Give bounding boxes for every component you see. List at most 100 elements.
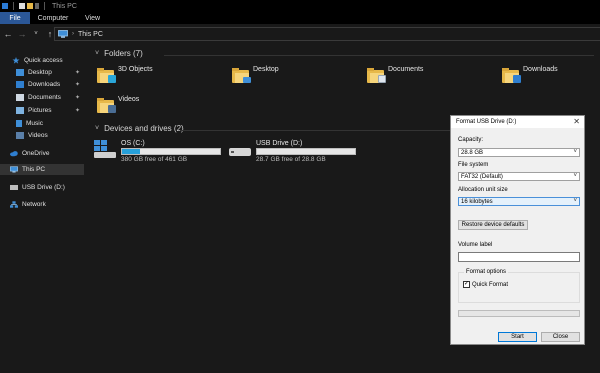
folder-label: Documents bbox=[388, 66, 424, 73]
tab-computer[interactable]: Computer bbox=[30, 12, 76, 24]
filesystem-label: File system bbox=[458, 162, 489, 168]
drives-group-header[interactable]: ˅ Devices and drives (2) bbox=[95, 124, 184, 133]
folder-downloads[interactable]: Downloads bbox=[502, 66, 558, 83]
sidebar-item-usb-drive[interactable]: USB Drive (D:) bbox=[0, 182, 84, 193]
chevron-down-icon: ˅ bbox=[95, 50, 100, 57]
quick-format-option[interactable]: ✓ Quick Format bbox=[463, 281, 508, 288]
sidebar-item-onedrive[interactable]: OneDrive bbox=[0, 148, 84, 159]
folder-label: 3D Objects bbox=[118, 66, 153, 73]
new-folder-icon[interactable] bbox=[27, 3, 33, 9]
drive-name: OS (C:) bbox=[121, 140, 145, 147]
capacity-label: Capacity: bbox=[458, 137, 484, 143]
folder-label: Videos bbox=[118, 96, 140, 103]
format-dialog: Format USB Drive (D:) ✕ Capacity: 28.8 G… bbox=[450, 115, 585, 345]
restore-defaults-button[interactable]: Restore device defaults bbox=[458, 220, 528, 230]
allocation-label: Allocation unit size bbox=[458, 187, 508, 193]
network-icon bbox=[10, 201, 18, 208]
quick-format-checkbox[interactable]: ✓ bbox=[463, 281, 470, 288]
folder-label: Desktop bbox=[253, 66, 279, 73]
drive-free-space: 28.7 GB free of 28.8 GB bbox=[256, 156, 326, 163]
title-bar: This PC bbox=[0, 0, 600, 12]
star-icon bbox=[12, 57, 20, 64]
address-row: ← → ˅ ↑ › This PC bbox=[0, 24, 600, 44]
folder-videos[interactable]: Videos bbox=[97, 96, 140, 113]
chevron-down-icon: ˅ bbox=[573, 173, 577, 179]
drive-usb-d[interactable]: USB Drive (D:) 28.7 GB free of 28.8 GB bbox=[229, 140, 356, 163]
start-button[interactable]: Start bbox=[498, 332, 537, 342]
pin-icon[interactable]: ✦ bbox=[75, 69, 80, 76]
back-arrow-icon[interactable]: ← bbox=[2, 28, 14, 40]
drive-os-c[interactable]: OS (C:) 380 GB free of 461 GB bbox=[94, 140, 221, 163]
sidebar-item-label: Downloads bbox=[28, 81, 61, 88]
window-title: This PC bbox=[52, 2, 77, 10]
sidebar-item-videos[interactable]: Videos bbox=[0, 130, 84, 141]
filesystem-select[interactable]: FAT32 (Default) ˅ bbox=[458, 172, 580, 181]
sidebar-item-downloads[interactable]: Downloads ✦ bbox=[0, 79, 84, 90]
desktop-folder-icon bbox=[16, 69, 24, 76]
sidebar-item-label: Pictures bbox=[28, 107, 52, 114]
drive-name: USB Drive (D:) bbox=[256, 140, 303, 147]
explorer-icon bbox=[2, 3, 8, 9]
documents-folder-icon bbox=[367, 68, 386, 83]
properties-icon[interactable] bbox=[19, 3, 25, 9]
sidebar-item-pictures[interactable]: Pictures ✦ bbox=[0, 105, 84, 116]
capacity-value: 28.8 GB bbox=[461, 149, 484, 156]
folder-desktop[interactable]: Desktop bbox=[232, 66, 279, 83]
volume-label: Volume label bbox=[458, 242, 493, 248]
music-folder-icon bbox=[16, 120, 22, 127]
usb-drive-icon bbox=[229, 140, 253, 158]
tab-view[interactable]: View bbox=[76, 12, 109, 24]
address-bar[interactable]: › This PC bbox=[54, 27, 600, 41]
sidebar-item-quick-access[interactable]: Quick access bbox=[0, 55, 84, 66]
dropdown-icon[interactable] bbox=[35, 3, 39, 9]
computer-icon bbox=[58, 30, 68, 38]
pictures-folder-icon bbox=[16, 107, 24, 114]
sidebar-item-label: OneDrive bbox=[22, 150, 50, 157]
drive-free-space: 380 GB free of 461 GB bbox=[121, 156, 188, 163]
capacity-select[interactable]: 28.8 GB ˅ bbox=[458, 148, 580, 157]
dialog-title: Format USB Drive (D:) bbox=[456, 119, 517, 125]
folder-label: Downloads bbox=[523, 66, 558, 73]
pin-icon[interactable]: ✦ bbox=[75, 94, 80, 101]
allocation-select[interactable]: 16 kilobytes ˅ bbox=[458, 197, 580, 206]
close-button[interactable]: Close bbox=[541, 332, 580, 342]
cloud-icon bbox=[10, 151, 18, 157]
recent-dropdown-icon[interactable]: ˅ bbox=[30, 28, 42, 40]
forward-arrow-icon[interactable]: → bbox=[16, 28, 28, 40]
sidebar-item-desktop[interactable]: Desktop ✦ bbox=[0, 67, 84, 78]
pin-icon[interactable]: ✦ bbox=[75, 81, 80, 88]
sidebar-item-label: Videos bbox=[28, 132, 48, 139]
sidebar-item-label: Network bbox=[22, 201, 46, 208]
title-separator bbox=[13, 2, 14, 10]
folders-group-header[interactable]: ˅ Folders (7) bbox=[95, 49, 143, 58]
sidebar-item-label: Desktop bbox=[28, 69, 52, 76]
title-separator bbox=[44, 2, 45, 10]
usb-drive-icon bbox=[10, 185, 18, 190]
drive-usage-bar bbox=[256, 148, 356, 155]
close-icon[interactable]: ✕ bbox=[573, 117, 580, 126]
sidebar-item-documents[interactable]: Documents ✦ bbox=[0, 92, 84, 103]
downloads-folder-icon bbox=[16, 81, 24, 88]
folder-3d-objects[interactable]: 3D Objects bbox=[97, 66, 153, 83]
sidebar-item-music[interactable]: Music bbox=[0, 118, 84, 129]
folder-documents[interactable]: Documents bbox=[367, 66, 424, 83]
sidebar-item-label: Music bbox=[26, 120, 43, 127]
drive-usage-bar bbox=[121, 148, 221, 155]
chevron-down-icon: ˅ bbox=[95, 125, 100, 132]
windows-drive-icon bbox=[94, 140, 118, 158]
pin-icon[interactable]: ✦ bbox=[75, 107, 80, 114]
quick-format-label: Quick Format bbox=[472, 281, 509, 288]
computer-icon bbox=[10, 166, 18, 173]
address-path: This PC bbox=[78, 30, 103, 38]
volume-label-input[interactable] bbox=[458, 252, 580, 262]
allocation-value: 16 kilobytes bbox=[461, 198, 493, 205]
group-divider bbox=[164, 55, 594, 56]
tab-file[interactable]: File bbox=[0, 12, 30, 24]
sidebar-item-network[interactable]: Network bbox=[0, 199, 84, 210]
format-progress-bar bbox=[458, 310, 580, 317]
sidebar-item-label: Quick access bbox=[24, 57, 63, 64]
3d-objects-folder-icon bbox=[97, 68, 116, 83]
group-divider bbox=[180, 130, 450, 131]
sidebar-item-this-pc[interactable]: This PC bbox=[0, 164, 84, 175]
desktop-folder-icon bbox=[232, 68, 251, 83]
